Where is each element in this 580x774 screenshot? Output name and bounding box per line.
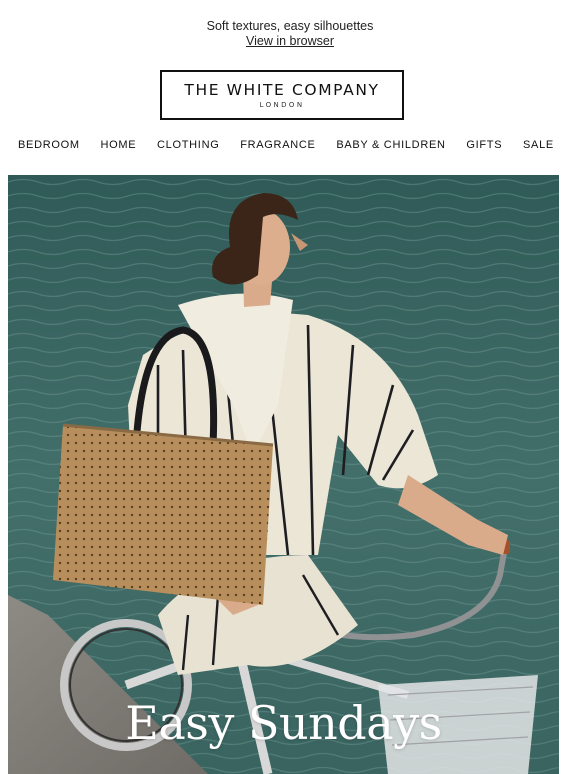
logo-subtitle: LONDON — [259, 101, 305, 109]
preheader: Soft textures, easy silhouettes View in … — [0, 19, 580, 49]
nav-item-bedroom[interactable]: BEDROOM — [18, 139, 80, 151]
logo-wordmark: THE WHITE COMPANY — [184, 81, 380, 99]
hero-image — [8, 175, 559, 774]
hero-banner[interactable]: Easy Sundays — [8, 175, 559, 774]
hero-title: Easy Sundays — [125, 696, 442, 750]
main-nav: BEDROOM HOME CLOTHING FRAGRANCE BABY & C… — [8, 139, 564, 151]
preheader-tagline: Soft textures, easy silhouettes — [206, 19, 374, 33]
nav-item-home[interactable]: HOME — [100, 139, 136, 151]
nav-item-baby-children[interactable]: BABY & CHILDREN — [336, 139, 445, 151]
brand-logo[interactable]: THE WHITE COMPANY LONDON — [160, 70, 404, 120]
straw-tote-bag — [53, 425, 273, 605]
nav-item-clothing[interactable]: CLOTHING — [157, 139, 219, 151]
view-in-browser-link[interactable]: View in browser — [0, 34, 580, 49]
nav-item-gifts[interactable]: GIFTS — [466, 139, 502, 151]
nav-item-fragrance[interactable]: FRAGRANCE — [240, 139, 315, 151]
nav-item-sale[interactable]: SALE — [523, 139, 554, 151]
